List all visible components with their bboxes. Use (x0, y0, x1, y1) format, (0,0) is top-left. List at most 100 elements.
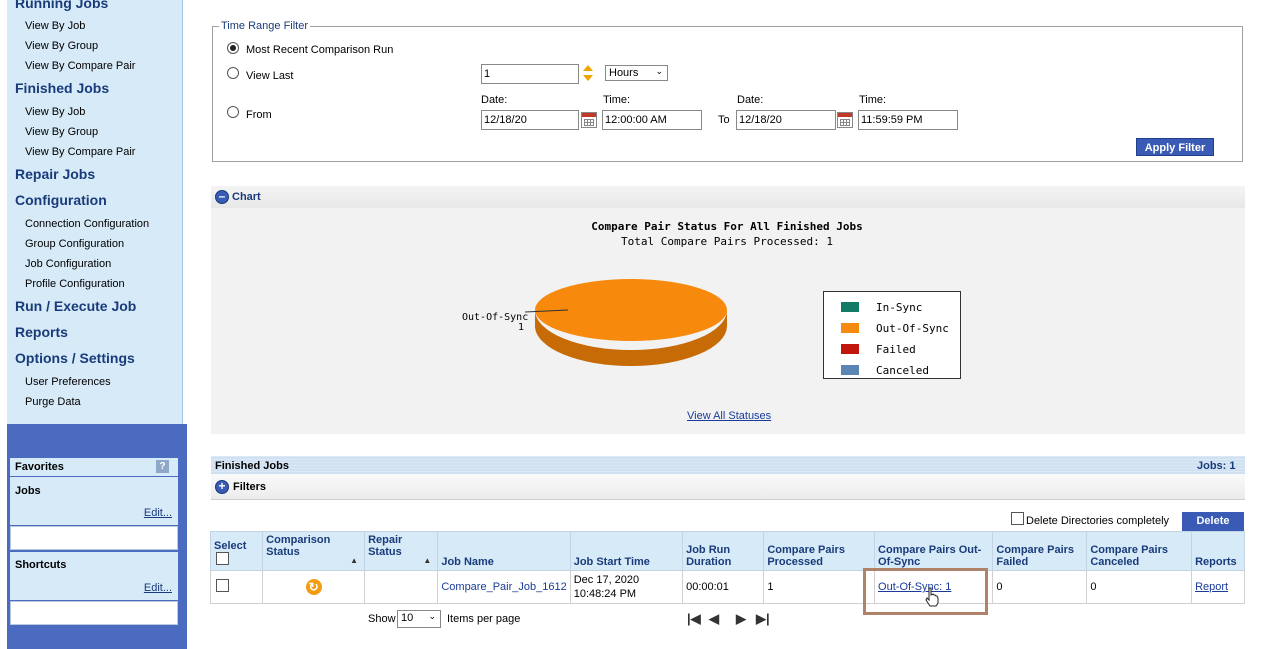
from-time-input[interactable]: 12:00:00 AM (602, 110, 702, 130)
cell-compare-pairs-processed: 1 (763, 570, 876, 604)
delete-directories-checkbox[interactable] (1011, 512, 1024, 525)
apply-filter-button[interactable]: Apply Filter (1136, 138, 1214, 156)
nav-running-jobs[interactable]: Running Jobs (15, 0, 108, 11)
filters-label[interactable]: Filters (233, 481, 266, 493)
from-radio[interactable] (227, 106, 239, 118)
to-date-input[interactable]: 12/18/20 (736, 110, 836, 130)
nav-finished-view-by-group[interactable]: View By Group (25, 126, 98, 138)
chart-legend: In-Sync Out-Of-Sync Failed Canceled (823, 291, 961, 379)
job-name-link[interactable]: Compare_Pair_Job_1612 (441, 581, 566, 593)
legend-label-canceled: Canceled (876, 364, 929, 377)
from-date-input[interactable]: 12/18/20 (481, 110, 579, 130)
sort-asc-icon[interactable]: ▲ (350, 555, 358, 567)
pie-slice-value: 1 (518, 322, 525, 333)
cell-compare-pairs-failed: 0 (992, 570, 1088, 604)
row-checkbox[interactable] (216, 579, 229, 592)
sidebar: Running Jobs View By Job View By Group V… (0, 0, 187, 649)
most-recent-label: Most Recent Comparison Run (246, 44, 394, 56)
chart-subtitle: Total Compare Pairs Processed: 1 (621, 235, 833, 248)
last-page-icon[interactable]: ▶| (756, 611, 770, 627)
to-label: To (718, 114, 730, 126)
nav-repair-jobs[interactable]: Repair Jobs (15, 166, 95, 182)
start-time-date: Dec 17, 2020 (573, 574, 640, 586)
select-all-checkbox[interactable] (216, 552, 229, 565)
legend-label-in-sync: In-Sync (876, 301, 923, 314)
view-last-input[interactable]: 1 (481, 64, 579, 84)
nav-job-configuration[interactable]: Job Configuration (25, 258, 111, 270)
chevron-down-icon: ⌄ (428, 611, 436, 621)
favorites-shortcuts-edit-link[interactable]: Edit... (144, 582, 172, 594)
col-comparison-status[interactable]: Comparison Status ▲ (262, 531, 366, 571)
nav-finished-view-by-compare-pair[interactable]: View By Compare Pair (25, 146, 135, 158)
sort-asc-icon[interactable]: ▲ (423, 555, 431, 567)
show-label: Show (368, 613, 396, 625)
favorites-shortcuts-list (10, 601, 178, 625)
page-size-select[interactable]: 10 ⌄ (397, 610, 441, 628)
out-of-sync-status-icon: ↻ (305, 579, 322, 595)
nav-profile-configuration[interactable]: Profile Configuration (25, 278, 125, 290)
favorites-jobs-label: Jobs (15, 485, 41, 497)
expand-icon[interactable]: + (215, 480, 229, 494)
cell-job-start-time: Dec 17, 2020 10:48:24 PM (569, 570, 684, 604)
legend-swatch-canceled (841, 365, 859, 375)
chart-title: Compare Pair Status For All Finished Job… (591, 220, 863, 233)
to-time-input[interactable]: 11:59:59 PM (858, 110, 958, 130)
most-recent-radio[interactable] (227, 42, 239, 54)
previous-page-icon[interactable]: ◀ (709, 611, 719, 627)
favorites-jobs-edit-link[interactable]: Edit... (144, 507, 172, 519)
nav-finished-jobs[interactable]: Finished Jobs (15, 80, 109, 96)
col-reports: Reports (1191, 531, 1245, 571)
jobs-count: Jobs: 1 (1197, 460, 1236, 472)
cell-job-run-duration: 00:00:01 (682, 570, 765, 604)
view-last-radio[interactable] (227, 67, 239, 79)
nav-purge-data[interactable]: Purge Data (25, 396, 81, 408)
view-last-label: View Last (246, 70, 294, 82)
col-repair-status-label: Repair Status (368, 534, 403, 558)
favorites-jobs-list (10, 526, 178, 550)
help-icon[interactable]: ? (156, 460, 169, 473)
chart-section-title[interactable]: Chart (232, 191, 261, 203)
nav-options-settings[interactable]: Options / Settings (15, 350, 135, 366)
col-compare-pairs-failed[interactable]: Compare Pairs Failed (992, 531, 1088, 571)
col-job-name[interactable]: Job Name (437, 531, 571, 571)
nav-reports[interactable]: Reports (15, 324, 68, 340)
report-link[interactable]: Report (1195, 581, 1228, 593)
to-time-label: Time: (859, 94, 887, 106)
nav-running-view-by-group[interactable]: View By Group (25, 40, 98, 52)
next-page-icon[interactable]: ▶ (736, 611, 746, 627)
first-page-icon[interactable]: |◀ (687, 611, 701, 627)
nav-run-execute-job[interactable]: Run / Execute Job (15, 298, 136, 314)
time-unit-select[interactable]: Hours ⌄ (605, 65, 668, 81)
nav-group-configuration[interactable]: Group Configuration (25, 238, 124, 250)
filters-bar (211, 474, 1245, 500)
collapse-icon[interactable]: – (215, 190, 229, 204)
table-row: ↻ Compare_Pair_Job_1612 Dec 17, 2020 10:… (209, 570, 1245, 604)
calendar-icon[interactable] (581, 112, 597, 128)
nav-user-preferences[interactable]: User Preferences (25, 376, 111, 388)
favorites-jobs-section: Jobs Edit... (10, 477, 178, 525)
nav-configuration[interactable]: Configuration (15, 192, 107, 208)
col-repair-status[interactable]: Repair Status ▲ (364, 531, 439, 571)
col-compare-pairs-out-of-sync[interactable]: Compare Pairs Out-Of-Sync (874, 531, 994, 571)
from-date-label: Date: (481, 94, 508, 106)
col-job-run-duration[interactable]: Job Run Duration (682, 531, 765, 571)
start-time-clock: 10:48:24 PM (573, 588, 637, 600)
view-all-statuses-link[interactable]: View All Statuses (687, 410, 771, 422)
favorites-title: Favorites (15, 461, 64, 473)
finished-jobs-title: Finished Jobs (215, 460, 289, 472)
legend-label-failed: Failed (876, 343, 916, 356)
delete-button[interactable]: Delete (1182, 512, 1244, 531)
legend-swatch-failed (841, 344, 859, 354)
calendar-icon[interactable] (837, 112, 853, 128)
col-compare-pairs-processed[interactable]: Compare Pairs Processed (763, 531, 876, 571)
col-compare-pairs-canceled[interactable]: Compare Pairs Canceled (1086, 531, 1193, 571)
cell-repair-status (364, 570, 439, 604)
nav-running-view-by-job[interactable]: View By Job (25, 20, 85, 32)
col-job-start-time[interactable]: Job Start Time (569, 531, 684, 571)
spinner-arrows-icon[interactable] (582, 64, 594, 82)
nav-finished-view-by-job[interactable]: View By Job (25, 106, 85, 118)
nav-connection-configuration[interactable]: Connection Configuration (25, 218, 149, 230)
page-size-value: 10 (401, 612, 414, 624)
col-comparison-status-label: Comparison Status (266, 534, 331, 558)
nav-running-view-by-compare-pair[interactable]: View By Compare Pair (25, 60, 135, 72)
